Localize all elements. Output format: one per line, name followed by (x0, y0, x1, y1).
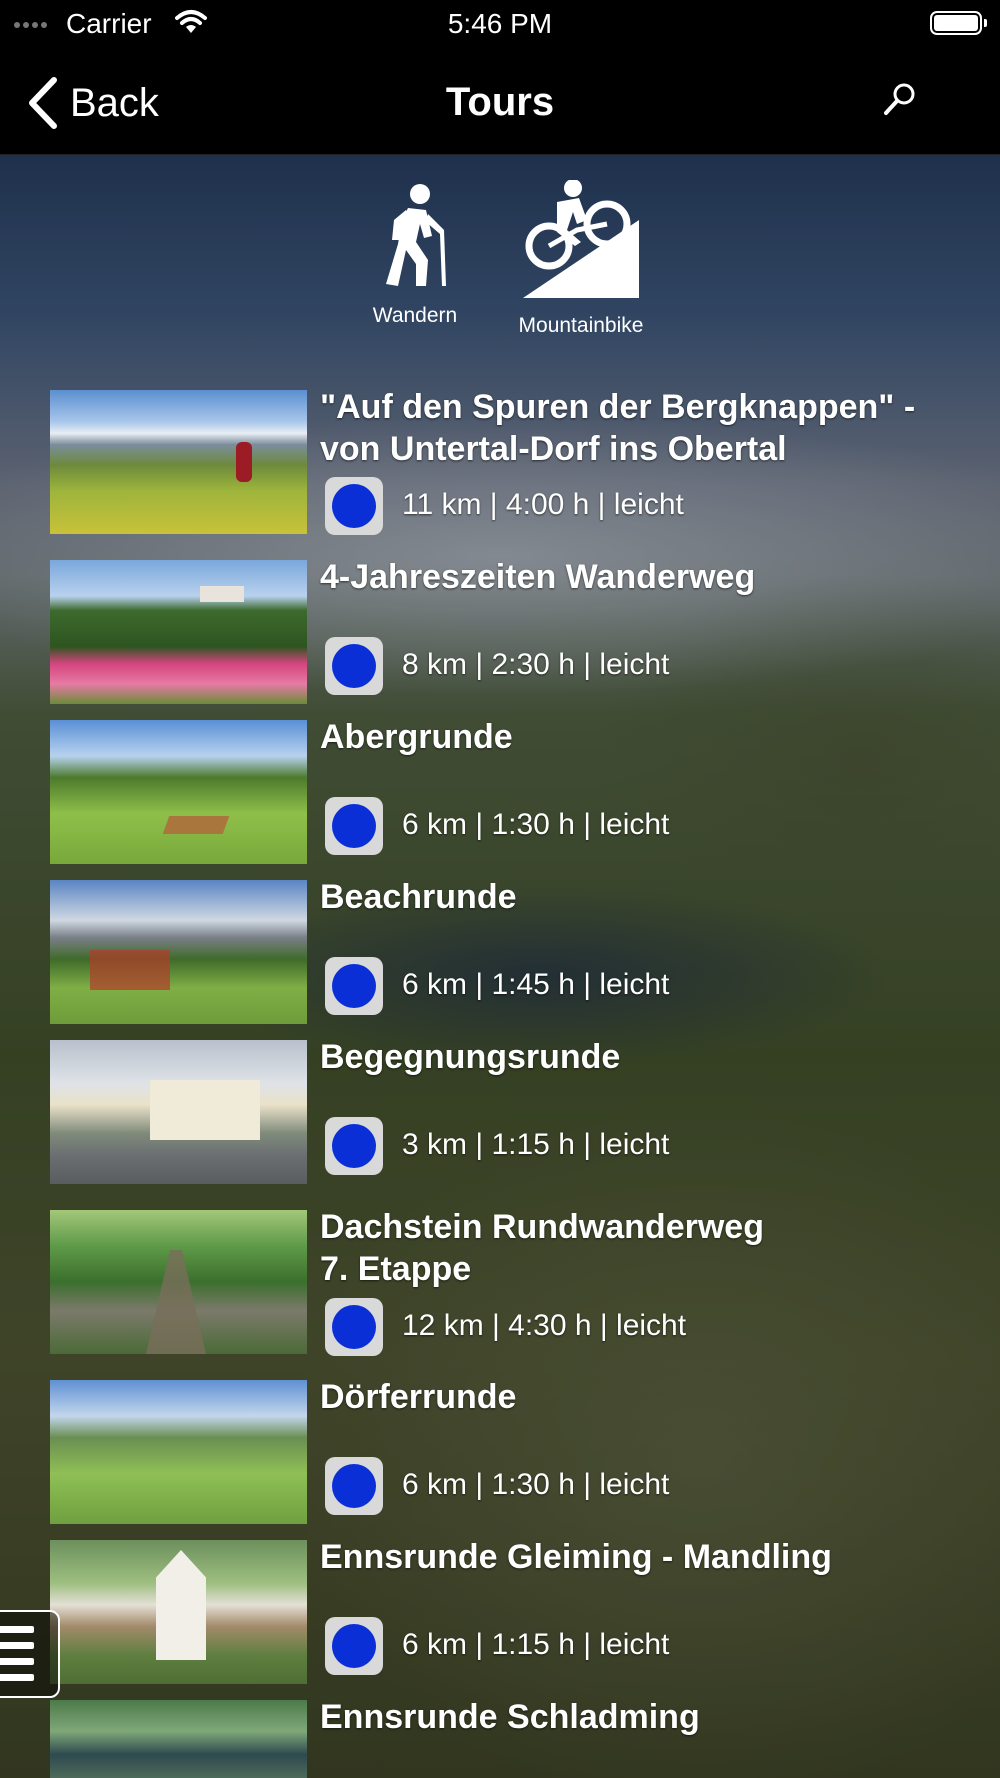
tour-stats: 8 km | 2:30 h | leicht (402, 648, 670, 681)
mountainbike-icon (523, 180, 639, 298)
tour-stats: 3 km | 1:15 h | leicht (402, 1128, 670, 1161)
difficulty-easy-icon (325, 1117, 383, 1175)
tour-stats: 6 km | 1:45 h | leicht (402, 968, 670, 1001)
difficulty-easy-icon (325, 477, 383, 535)
tour-title: Beachrunde (320, 878, 517, 916)
tour-thumbnail (50, 1700, 307, 1778)
difficulty-easy-icon (325, 1617, 383, 1675)
category-wandern[interactable]: Wandern (360, 180, 470, 328)
page-title: Tours (445, 80, 555, 124)
tour-thumbnail (50, 720, 307, 864)
clock: 5:46 PM (447, 8, 553, 39)
tour-thumbnail (50, 1380, 307, 1524)
tour-title: Begegnungsrunde (320, 1038, 621, 1076)
tour-thumbnail (50, 1540, 307, 1684)
status-bar: Carrier 5:46 PM (0, 0, 1000, 50)
tour-title: Ennsrunde Gleiming - Mandling (320, 1538, 832, 1576)
difficulty-easy-icon (325, 1457, 383, 1515)
tour-stats: 6 km | 1:15 h | leicht (402, 1628, 670, 1661)
tour-thumbnail (50, 880, 307, 1024)
navigation-bar: Back Tours (0, 50, 1000, 155)
tour-stats: 6 km | 1:30 h | leicht (402, 808, 670, 841)
difficulty-easy-icon (325, 637, 383, 695)
category-mountainbike[interactable]: Mountainbike (506, 180, 656, 338)
tour-stats: 11 km | 4:00 h | leicht (402, 488, 684, 521)
category-label: Mountainbike (518, 314, 644, 337)
hiking-icon (386, 184, 446, 286)
battery-icon (930, 11, 987, 35)
tour-title: Abergrunde (320, 718, 513, 756)
search-icon[interactable] (880, 80, 920, 120)
tour-thumbnail (50, 1210, 307, 1354)
difficulty-easy-icon (325, 797, 383, 855)
tour-title: "Auf den Spuren der Bergknappen" - von U… (320, 388, 916, 468)
tour-thumbnail (50, 390, 307, 534)
difficulty-easy-icon (325, 957, 383, 1015)
menu-button[interactable] (0, 1610, 60, 1698)
tour-thumbnail (50, 560, 307, 704)
category-label: Wandern (372, 304, 458, 327)
tour-title: Dörferrunde (320, 1378, 517, 1416)
tour-thumbnail (50, 1040, 307, 1184)
tour-stats: 6 km | 1:30 h | leicht (402, 1468, 670, 1501)
tour-title: 4-Jahreszeiten Wanderweg (320, 558, 756, 596)
tour-title: Ennsrunde Schladming (320, 1698, 700, 1736)
tour-stats: 12 km | 4:30 h | leicht (402, 1309, 687, 1342)
tour-title: Dachstein Rundwanderweg 7. Etappe (320, 1208, 764, 1288)
difficulty-easy-icon (325, 1298, 383, 1356)
